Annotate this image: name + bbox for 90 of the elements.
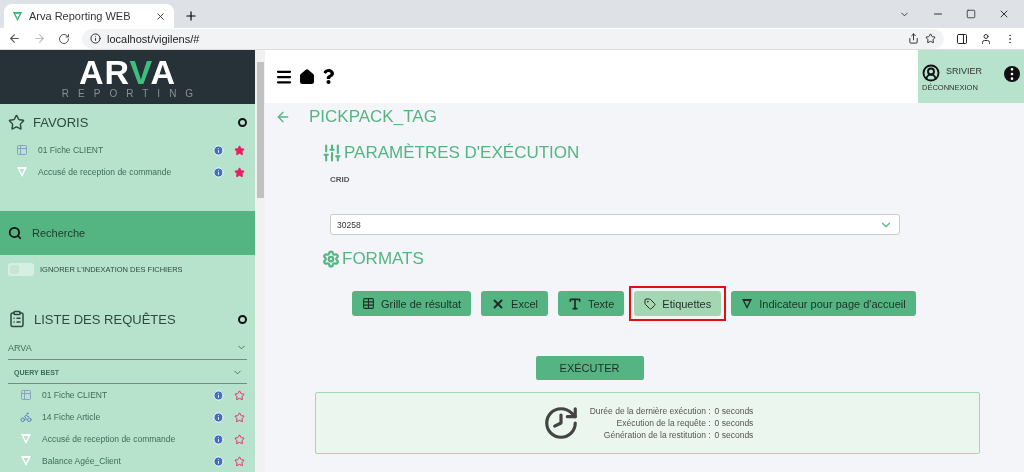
star-icon[interactable] bbox=[234, 166, 245, 178]
help-icon[interactable] bbox=[321, 69, 336, 84]
logo-icon bbox=[741, 297, 754, 310]
logo-name: ARVA bbox=[78, 55, 177, 88]
close-icon[interactable] bbox=[998, 8, 1010, 20]
toggle-switch[interactable] bbox=[8, 263, 34, 276]
page-title: PICKPACK_TAG bbox=[309, 107, 437, 127]
star-icon[interactable] bbox=[234, 455, 245, 467]
clipboard-icon bbox=[8, 310, 26, 328]
query-label: 14 Fiche Article bbox=[42, 412, 102, 422]
scrollbar[interactable] bbox=[255, 50, 265, 472]
bookmark-icon[interactable] bbox=[925, 33, 936, 44]
query-item[interactable]: 01 Fiche CLIENT bbox=[0, 384, 255, 406]
info-icon[interactable] bbox=[213, 166, 224, 178]
format-button[interactable]: Etiquettes bbox=[634, 291, 722, 316]
collapse-icon[interactable] bbox=[238, 314, 247, 324]
user-name: SRIVIER bbox=[946, 66, 982, 76]
url-text: localhost/vigilens/# bbox=[107, 32, 201, 45]
section-title: PARAMÈTRES D'EXÉCUTION bbox=[344, 143, 580, 163]
query-item[interactable]: Accusé de reception de commande bbox=[0, 428, 255, 450]
stat-value: 0 seconds bbox=[714, 430, 754, 440]
bicycle-icon bbox=[20, 411, 32, 423]
table-icon bbox=[20, 389, 32, 401]
maximize-icon[interactable] bbox=[966, 9, 976, 19]
info-icon[interactable] bbox=[213, 389, 224, 401]
section-title: FORMATS bbox=[342, 249, 424, 269]
star-icon[interactable] bbox=[234, 433, 245, 445]
stat-value: 0 seconds bbox=[714, 406, 754, 416]
star-icon[interactable] bbox=[234, 389, 245, 401]
table-icon bbox=[16, 144, 28, 156]
logo-subtitle: REPORTING bbox=[61, 87, 203, 99]
close-icon[interactable] bbox=[155, 10, 166, 22]
info-icon[interactable] bbox=[213, 411, 224, 423]
search-label: Recherche bbox=[32, 227, 86, 239]
back-icon[interactable] bbox=[8, 32, 21, 45]
address-bar[interactable]: localhost/vigilens/# bbox=[82, 28, 944, 49]
crid-select[interactable]: 30258 bbox=[330, 214, 900, 235]
table-icon bbox=[362, 297, 375, 310]
logo-icon bbox=[16, 166, 28, 178]
stat-label: Durée de la dernière exécution : bbox=[589, 406, 711, 416]
group-header[interactable]: ARVA bbox=[8, 336, 247, 360]
field-label: CRID bbox=[330, 175, 351, 184]
query-item[interactable]: 01 Fiche CLIENT bbox=[0, 139, 255, 161]
logo-icon bbox=[12, 10, 23, 22]
browser-tab[interactable]: Arva Reporting WEB bbox=[4, 4, 174, 28]
info-icon[interactable] bbox=[213, 144, 224, 156]
search-icon bbox=[8, 226, 22, 240]
query-label: 01 Fiche CLIENT bbox=[38, 145, 105, 155]
query-item[interactable]: 14 Fiche Article bbox=[0, 406, 255, 428]
format-button[interactable]: Grille de résultat bbox=[352, 291, 472, 316]
stat-value: 0 seconds bbox=[714, 418, 754, 428]
profile-icon[interactable] bbox=[980, 32, 992, 45]
info-icon bbox=[90, 33, 101, 44]
star-icon[interactable] bbox=[234, 144, 245, 156]
home-icon[interactable] bbox=[299, 68, 315, 85]
collapse-icon[interactable] bbox=[238, 118, 247, 127]
star-icon[interactable] bbox=[234, 411, 245, 423]
text-icon bbox=[568, 296, 582, 311]
group-label: ARVA bbox=[8, 342, 32, 353]
sliders-icon bbox=[322, 143, 342, 163]
new-tab-icon[interactable] bbox=[184, 9, 198, 23]
logo-icon bbox=[20, 433, 32, 445]
stat-label: Exécution de la requête : bbox=[615, 418, 711, 428]
side-panel-icon[interactable] bbox=[956, 32, 968, 45]
query-label: Accusé de reception de commande bbox=[38, 167, 173, 177]
query-label: Accusé de reception de commande bbox=[42, 434, 177, 444]
star-icon bbox=[8, 114, 25, 131]
search-bar[interactable]: Recherche bbox=[0, 211, 255, 255]
query-label: Balance Agée_Client bbox=[42, 456, 122, 466]
user-icon[interactable] bbox=[922, 64, 940, 82]
tab-title: Arva Reporting WEB bbox=[29, 10, 132, 22]
excel-icon bbox=[491, 296, 506, 311]
stat-label: Génération de la restitution : bbox=[602, 430, 711, 440]
query-item[interactable]: Accusé de reception de commande bbox=[0, 161, 255, 183]
execute-button[interactable]: EXÉCUTER bbox=[535, 356, 644, 380]
section-title: FAVORIS bbox=[33, 115, 89, 130]
query-label: 01 Fiche CLIENT bbox=[42, 390, 109, 400]
format-button[interactable]: Texte bbox=[558, 291, 625, 316]
section-title: LISTE DES REQUÊTES bbox=[34, 311, 176, 327]
share-icon[interactable] bbox=[908, 33, 919, 44]
more-icon[interactable] bbox=[1004, 66, 1020, 82]
info-icon[interactable] bbox=[213, 433, 224, 445]
format-button[interactable]: Indicateur pour page d'accueil bbox=[731, 291, 916, 316]
logo-icon bbox=[20, 455, 32, 467]
format-button[interactable]: Excel bbox=[481, 291, 548, 316]
reload-icon[interactable] bbox=[58, 32, 70, 45]
query-item[interactable]: Balance Agée_Client bbox=[0, 450, 255, 472]
gear-icon bbox=[322, 250, 340, 268]
tag-icon bbox=[644, 297, 657, 310]
info-icon[interactable] bbox=[213, 455, 224, 467]
